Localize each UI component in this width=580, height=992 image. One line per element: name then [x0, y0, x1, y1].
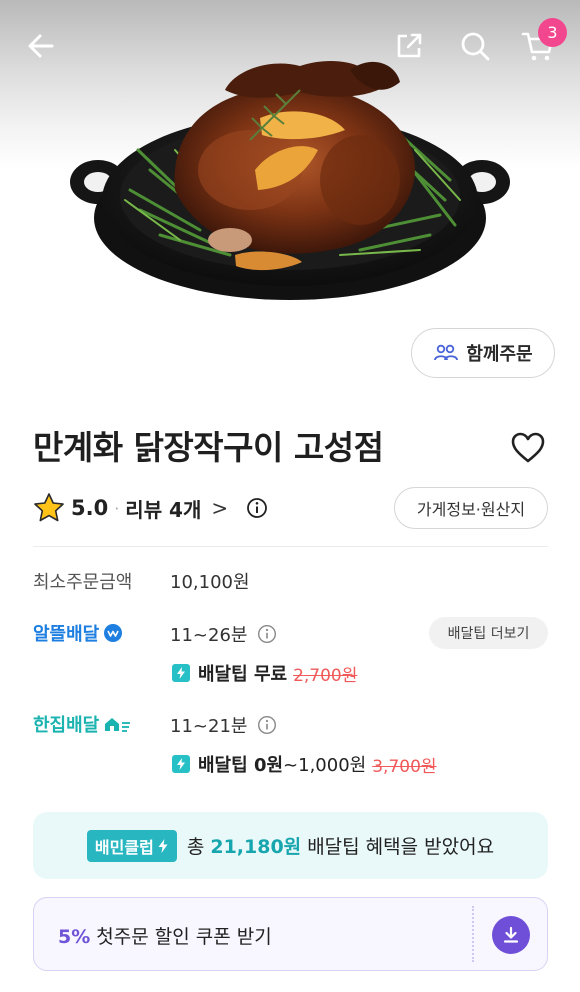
cart-count-badge: 3 — [538, 18, 567, 47]
info-icon[interactable] — [246, 497, 268, 519]
club-badge-label: 배민클럽 — [94, 837, 154, 857]
fast-house-icon — [105, 718, 131, 732]
saver-delivery-label: 알뜰배달 — [33, 624, 100, 645]
single-tip-line: 배달팁 0원 ~1,000원 3,700원 — [172, 751, 437, 777]
min-order-label: 최소주문금액 — [33, 572, 133, 593]
saver-tip-original: 2,700원 — [293, 665, 358, 686]
single-delivery-time-group: 11~21분 — [170, 712, 277, 738]
first-order-coupon[interactable]: 5% 첫주문 할인 쿠폰 받기 — [33, 897, 548, 971]
saver-badge-icon — [104, 624, 123, 642]
store-name: 만계화 닭장작구이 고성점 — [33, 428, 384, 467]
share-button[interactable] — [389, 26, 429, 66]
star-icon — [34, 493, 64, 522]
coupon-percent: 5% — [58, 926, 91, 948]
search-icon — [461, 32, 490, 61]
saver-tip-line: 배달팁 무료 2,700원 — [172, 660, 357, 686]
coupon-perforation — [472, 906, 474, 962]
club-text-suffix: 배달팁 혜택을 받았어요 — [301, 836, 495, 858]
club-bolt-icon — [172, 755, 190, 773]
rating-score: 5.0 — [71, 496, 109, 520]
club-text-prefix: 총 — [186, 836, 211, 858]
favorite-button[interactable] — [510, 430, 546, 466]
section-divider — [33, 546, 548, 547]
club-bolt-icon — [172, 664, 190, 682]
store-info-origin-button[interactable]: 가게정보·원산지 — [394, 487, 548, 529]
club-benefit-text: 총 21,180원 배달팁 혜택을 받았어요 — [187, 832, 494, 859]
separator-dot: · — [114, 498, 120, 518]
single-delivery-label: 한집배달 — [33, 715, 100, 736]
chevron-right-icon[interactable]: > — [211, 496, 228, 520]
share-icon — [397, 33, 422, 58]
search-button[interactable] — [455, 26, 495, 66]
saver-delivery-time-group: 11~26분 — [170, 621, 277, 647]
people-icon — [434, 344, 459, 361]
club-benefit-amount: 21,180원 — [210, 836, 302, 858]
group-order-button[interactable]: 함께주문 — [411, 328, 555, 378]
heart-icon — [511, 432, 545, 463]
more-delivery-tip-button[interactable]: 배달팁 더보기 — [429, 617, 548, 649]
bolt-icon — [158, 838, 168, 853]
info-icon[interactable] — [257, 624, 277, 644]
back-button[interactable] — [21, 26, 61, 66]
review-count-link[interactable]: 리뷰 4개 — [125, 494, 201, 523]
rating-row: 5.0 · 리뷰 4개 > — [33, 488, 268, 528]
saver-delivery-label-group: 알뜰배달 — [33, 620, 123, 646]
coupon-text: 5% 첫주문 할인 쿠폰 받기 — [58, 922, 272, 949]
single-delivery-label-group: 한집배달 — [33, 711, 132, 737]
coupon-download-button[interactable] — [492, 916, 530, 954]
arrow-left-icon — [28, 34, 54, 58]
min-order-value: 10,100원 — [170, 572, 250, 593]
single-tip-range: ~1,000원 — [283, 755, 367, 776]
baemin-club-badge: 배민클럽 — [86, 829, 177, 862]
baemin-club-banner[interactable]: 배민클럽 총 21,180원 배달팁 혜택을 받았어요 — [33, 812, 548, 879]
saver-delivery-time: 11~26분 — [170, 625, 248, 646]
download-icon — [503, 926, 519, 943]
single-delivery-time: 11~21분 — [170, 716, 248, 737]
top-navigation-bar: 3 — [0, 0, 580, 92]
coupon-label: 첫주문 할인 쿠폰 받기 — [90, 926, 272, 948]
group-order-label: 함께주문 — [466, 344, 533, 365]
info-icon[interactable] — [257, 715, 277, 735]
single-tip-label: 배달팁 0원 — [198, 755, 284, 776]
single-tip-original: 3,700원 — [372, 756, 437, 777]
saver-tip-label: 배달팁 무료 — [198, 664, 288, 685]
